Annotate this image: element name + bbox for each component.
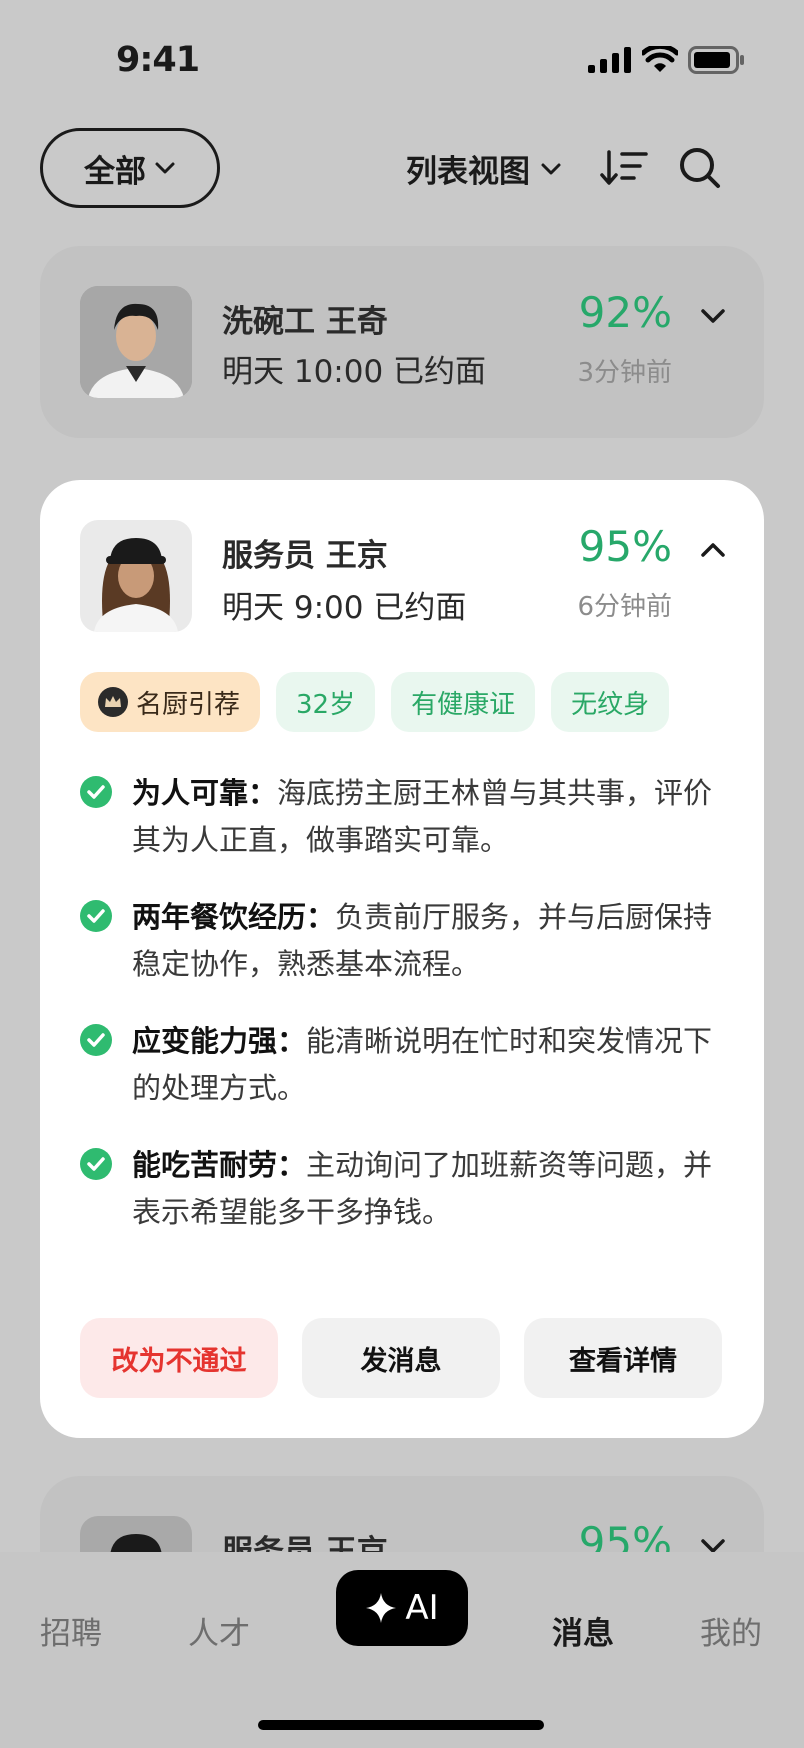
check-circle-icon <box>80 900 112 932</box>
point-title: 能吃苦耐劳： <box>132 1148 307 1182</box>
tag-list: 名厨引荐 32岁 有健康证 无纹身 <box>80 672 670 732</box>
tab-messages[interactable]: 消息 <box>552 1608 614 1653</box>
tag-chef-referral: 名厨引荐 <box>80 672 261 732</box>
check-circle-icon <box>80 1148 112 1180</box>
reject-button[interactable]: 改为不通过 <box>80 1318 278 1398</box>
interview-schedule: 明天 10:00 已约面 <box>222 354 487 390</box>
tab-recruit[interactable]: 招聘 <box>40 1608 102 1653</box>
time-ago: 6分钟前 <box>577 592 672 622</box>
battery-icon <box>688 46 744 74</box>
chevron-down-icon <box>541 163 561 174</box>
evaluation-point: 为人可靠：海底捞主厨王林曾与其共事，评价其为人正直，做事踏实可靠。 <box>80 770 720 864</box>
view-details-button[interactable]: 查看详情 <box>524 1318 722 1398</box>
time-ago: 3分钟前 <box>577 358 672 388</box>
avatar <box>80 286 192 398</box>
match-score: 92% <box>578 288 672 337</box>
interview-schedule: 明天 9:00 已约面 <box>222 590 467 626</box>
bottom-tab-bar: 招聘 人才 AI 消息 我的 <box>0 1552 804 1748</box>
check-circle-icon <box>80 1024 112 1056</box>
point-title: 为人可靠： <box>132 776 278 810</box>
tab-mine[interactable]: 我的 <box>700 1608 762 1653</box>
point-title: 应变能力强： <box>132 1024 307 1058</box>
send-message-button[interactable]: 发消息 <box>302 1318 500 1398</box>
evaluation-point: 能吃苦耐劳：主动询问了加班薪资等问题，并表示希望能多干多挣钱。 <box>80 1142 720 1236</box>
chevron-up-icon[interactable] <box>700 542 726 558</box>
tag-age: 32岁 <box>276 672 376 732</box>
view-mode-dropdown[interactable]: 列表视图 <box>406 146 562 191</box>
status-time: 9:41 <box>116 40 200 80</box>
tag-no-tattoo: 无纹身 <box>551 672 670 732</box>
signal-icon <box>588 47 631 73</box>
status-bar: 9:41 <box>0 0 804 120</box>
check-circle-icon <box>80 776 112 808</box>
evaluation-point: 应变能力强：能清晰说明在忙时和突发情况下的处理方式。 <box>80 1018 720 1112</box>
candidate-name: 服务员 王京 <box>222 538 388 574</box>
sparkle-icon <box>366 1593 397 1623</box>
chevron-down-icon[interactable] <box>700 308 726 324</box>
point-title: 两年餐饮经历： <box>132 900 336 934</box>
candidate-card-expanded[interactable]: 服务员 王京 明天 9:00 已约面 95% 6分钟前 名厨引荐 32岁 有健康… <box>40 480 764 1438</box>
tab-talent[interactable]: 人才 <box>188 1608 250 1653</box>
ai-label: AI <box>405 1588 439 1628</box>
candidate-name: 洗碗工 王奇 <box>222 304 388 340</box>
ai-button[interactable]: AI <box>336 1570 468 1646</box>
card-actions: 改为不通过 发消息 查看详情 <box>80 1318 722 1398</box>
crown-icon <box>98 687 128 717</box>
evaluation-point: 两年餐饮经历：负责前厅服务，并与后厨保持稳定协作，熟悉基本流程。 <box>80 894 720 988</box>
wifi-icon <box>642 46 678 72</box>
chevron-down-icon <box>155 162 175 174</box>
home-indicator <box>258 1720 544 1730</box>
match-score: 95% <box>578 522 672 571</box>
search-icon[interactable] <box>678 146 722 190</box>
evaluation-points: 为人可靠：海底捞主厨王林曾与其共事，评价其为人正直，做事踏实可靠。 两年餐饮经历… <box>80 770 720 1266</box>
filter-dropdown[interactable]: 全部 <box>40 128 220 208</box>
tag-label: 名厨引荐 <box>136 689 241 720</box>
avatar <box>80 520 192 632</box>
tag-health-cert: 有健康证 <box>391 672 536 732</box>
candidate-card[interactable]: 洗碗工 王奇 明天 10:00 已约面 92% 3分钟前 <box>40 246 764 438</box>
filter-label: 全部 <box>84 153 146 190</box>
status-icons <box>588 46 744 74</box>
view-mode-label: 列表视图 <box>406 154 530 190</box>
sort-icon[interactable] <box>600 148 648 188</box>
